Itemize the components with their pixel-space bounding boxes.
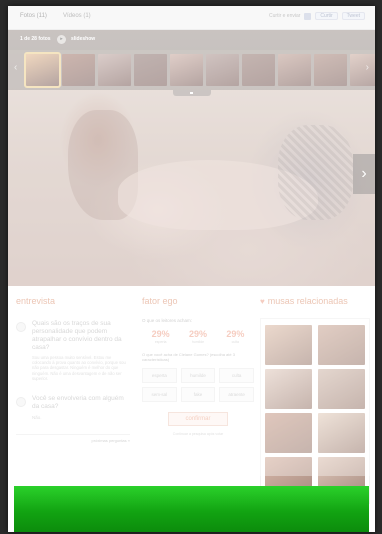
- gallery-thumbnail[interactable]: [170, 54, 203, 86]
- thumbnail-strip: ‹ ›: [8, 50, 375, 90]
- related-header: ♥ musas relacionadas: [260, 296, 370, 306]
- share-bar: Curtir e enviar Curtir Tweet: [269, 12, 365, 20]
- answer-text: Sou uma pessoa muito sensível. Estou me …: [32, 355, 126, 381]
- trait-option[interactable]: fake: [180, 387, 216, 402]
- tab-videos[interactable]: Vídeos (1): [63, 13, 91, 19]
- facebook-icon[interactable]: [304, 12, 312, 20]
- gallery-thumbnail[interactable]: [24, 52, 61, 88]
- thumbnail-list: [24, 52, 375, 88]
- related-thumbnail[interactable]: [265, 369, 312, 409]
- interview-title: entrevista: [16, 296, 56, 306]
- question-text: Você se envolveria com alguém da casa?: [32, 395, 124, 411]
- interview-question: Você se envolveria com alguém da casa? N…: [16, 395, 130, 420]
- gallery-thumbnail[interactable]: [98, 54, 131, 86]
- slideshow-link[interactable]: slideshow: [71, 36, 95, 42]
- top-bar: Fotos (11) Vídeos (1) Curtir e enviar Cu…: [8, 6, 375, 30]
- percent-value: 29%: [226, 329, 245, 339]
- trait-option[interactable]: sem-sal: [142, 387, 177, 402]
- gallery-thumbnail[interactable]: [350, 54, 375, 86]
- trait-option[interactable]: esperta: [142, 368, 177, 383]
- chevron-right-icon[interactable]: ›: [366, 62, 369, 73]
- percent-item: 29% esperta: [152, 329, 170, 344]
- related-thumbnail[interactable]: [265, 413, 312, 453]
- gallery-thumbnail[interactable]: [62, 54, 95, 86]
- green-banner[interactable]: [14, 486, 369, 532]
- tab-photos[interactable]: Fotos (11): [20, 13, 47, 19]
- trait-options: esperta humilde culta sem-sal fake atrae…: [142, 368, 254, 402]
- question-text: Quais são os traços de sua personalidade…: [32, 320, 122, 351]
- photo-gallery: 1 de 28 fotos ▸ slideshow ‹ › ›: [8, 30, 375, 286]
- interview-question: Quais são os traços de sua personalidade…: [16, 320, 130, 381]
- percent-label: culta: [231, 340, 240, 344]
- related-grid: [260, 318, 370, 504]
- gallery-thumbnail[interactable]: [314, 54, 347, 86]
- question-icon: [16, 322, 26, 332]
- photo-counter: 1 de 28 fotos: [20, 36, 51, 42]
- tweet-button[interactable]: Tweet: [341, 12, 365, 20]
- confirm-button[interactable]: confirmar: [168, 412, 228, 426]
- share-label: Curtir e enviar: [269, 13, 301, 19]
- gallery-header: 1 de 28 fotos ▸ slideshow: [8, 30, 375, 50]
- interview-column: entrevista Quais são os traços de sua pe…: [16, 296, 130, 443]
- next-photo-button[interactable]: ›: [353, 154, 375, 194]
- percent-item: 29% humilde: [189, 329, 207, 344]
- trait-option[interactable]: humilde: [180, 368, 216, 383]
- related-thumbnail[interactable]: [265, 325, 312, 365]
- play-icon[interactable]: ▸: [57, 35, 66, 44]
- vote-note: Continuar a pesquisa após votar: [172, 432, 224, 436]
- page: Fotos (11) Vídeos (1) Curtir e enviar Cu…: [8, 6, 375, 532]
- gallery-thumbnail[interactable]: [206, 54, 239, 86]
- percent-label: esperta: [154, 340, 167, 344]
- ego-column: fator ego O que os leitores acham: 29% e…: [142, 296, 254, 436]
- like-button[interactable]: Curtir: [315, 12, 338, 20]
- gallery-thumbnail[interactable]: [278, 54, 311, 86]
- related-thumbnail[interactable]: [318, 369, 365, 409]
- percentages: 29% esperta 29% humilde 29% culta: [142, 329, 254, 344]
- percent-value: 29%: [188, 329, 207, 339]
- answer-text: Não.: [32, 415, 42, 421]
- trait-option[interactable]: culta: [219, 368, 254, 383]
- percent-item: 29% culta: [226, 329, 244, 344]
- ego-title: fator ego: [142, 296, 178, 306]
- gallery-thumbnail[interactable]: [134, 54, 167, 86]
- heart-icon: ♥: [260, 296, 265, 306]
- related-title: musas relacionadas: [267, 296, 348, 306]
- gallery-thumbnail[interactable]: [242, 54, 275, 86]
- strip-toggle-handle[interactable]: [173, 90, 211, 96]
- related-thumbnail[interactable]: [318, 413, 365, 453]
- chevron-left-icon[interactable]: ‹: [14, 62, 17, 73]
- related-column: ♥ musas relacionadas ⌄: [260, 296, 370, 515]
- vote-question: O que você acha de Cleiane Gomes? (escol…: [142, 352, 235, 362]
- percent-label: humilde: [191, 340, 205, 344]
- next-questions-link[interactable]: próximas perguntas »: [92, 438, 130, 443]
- readers-question: O que os leitores acham:: [142, 318, 193, 323]
- interview-footer: próximas perguntas »: [16, 434, 130, 443]
- percent-value: 29%: [151, 329, 170, 339]
- trait-option[interactable]: atraente: [219, 387, 254, 402]
- question-icon: [16, 397, 26, 408]
- related-thumbnail[interactable]: [318, 325, 365, 365]
